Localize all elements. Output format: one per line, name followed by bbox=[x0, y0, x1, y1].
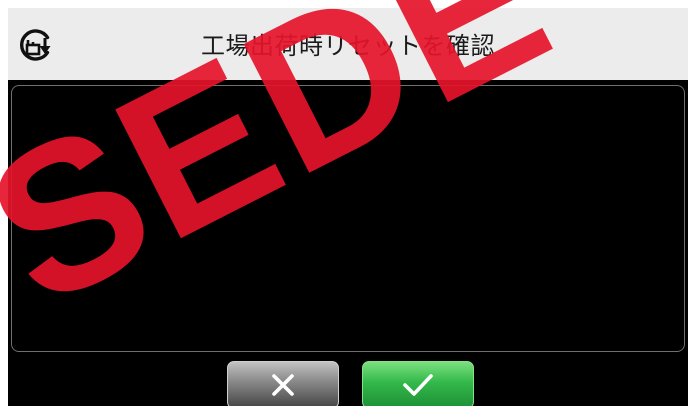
close-x-icon bbox=[269, 371, 297, 399]
message-panel bbox=[11, 85, 685, 352]
dialog-screen: 工場出荷時リセットを確認 bbox=[8, 8, 688, 406]
factory-reset-icon bbox=[17, 25, 57, 65]
confirm-button[interactable] bbox=[362, 361, 474, 406]
check-icon bbox=[401, 371, 435, 399]
dialog-header: 工場出荷時リセットを確認 bbox=[8, 8, 688, 80]
cancel-button[interactable] bbox=[227, 361, 339, 406]
dialog-title: 工場出荷時リセットを確認 bbox=[201, 32, 495, 60]
